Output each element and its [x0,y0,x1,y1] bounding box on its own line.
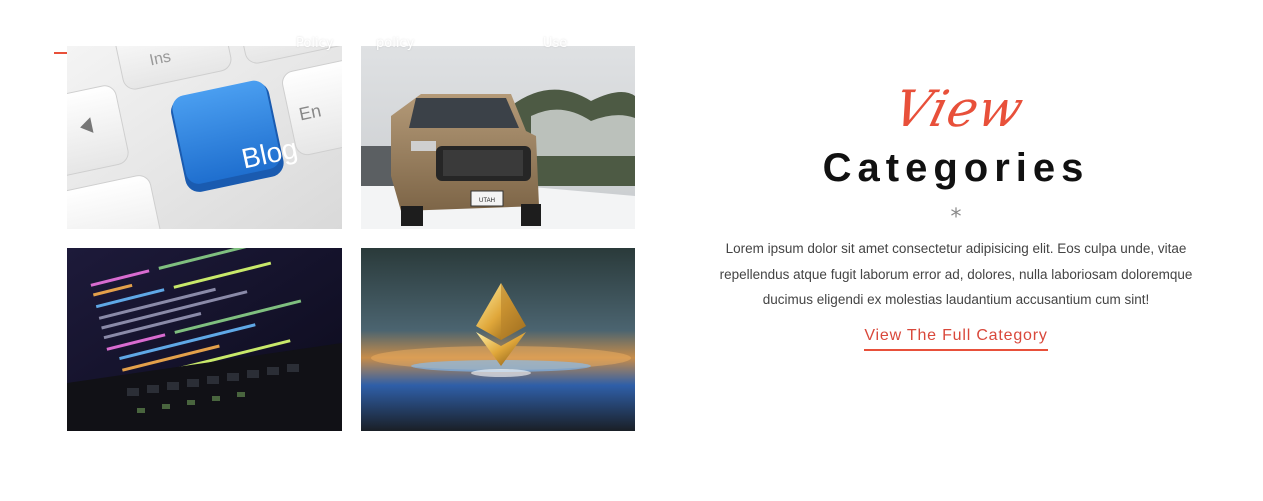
page: Policy policy Use En Ins Blog UTAH View … [0,0,1263,501]
category-image-blog[interactable]: En Ins Blog [67,46,342,229]
license-plate: UTAH [479,198,495,204]
nav-item-line2: Policy [296,36,334,51]
category-image-code[interactable] [67,248,342,431]
truck-snow-image: UTAH [361,46,635,229]
asterisk-separator: * [950,205,962,230]
category-image-truck[interactable]: UTAH [361,46,635,229]
section-description: Lorem ipsum dolor sit amet consectetur a… [719,241,1193,307]
blog-keyboard-image: En Ins Blog [67,46,342,229]
ethereum-image [361,248,635,431]
nav-item-terms[interactable]: Use [543,34,567,53]
view-full-category-link[interactable]: View The Full Category [864,327,1048,351]
nav-item-line2: policy [376,36,415,51]
code-laptop-image [67,248,342,431]
category-image-ethereum[interactable] [361,248,635,431]
nav-item-line2: Use [543,36,568,51]
script-word: View [887,80,1030,138]
nav-item-cookie[interactable]: policy [376,34,414,53]
heading-block: View Categories [700,80,1212,200]
category-intro: View Categories * Lorem ipsum dolor sit … [700,80,1212,351]
section-title: Categories [822,146,1090,190]
nav-item-privacy[interactable]: Policy [296,34,333,53]
